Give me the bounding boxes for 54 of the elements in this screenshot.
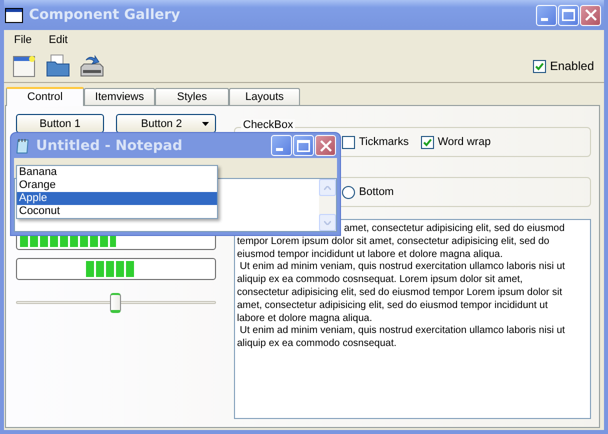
checkbox-label: Enabled (550, 59, 594, 73)
close-button[interactable] (580, 4, 601, 26)
list-item[interactable]: Banana (17, 166, 217, 179)
text-line: consectetur adipisicing elit, sed do eiusmod tempor Lorem ipsum dolor sit (237, 286, 564, 300)
text-line: amet, consectetur adipisicing elit, sed do eiusmod (343, 223, 566, 236)
checkbox[interactable] (342, 136, 355, 148)
text-line: Ut enim ad minim veniam, quis nostrud exercitation ullamco laboris nisi ut (238, 325, 566, 338)
new-window-icon[interactable] (12, 54, 36, 78)
text-line: aliquip ex ea commodo cosnsequat. (237, 338, 398, 351)
radio-label: Bottom (359, 186, 394, 198)
window-title: Untitled - Notepad (36, 138, 184, 154)
group-title: CheckBox (241, 119, 296, 131)
text-line: eiusmod tempor incididunt ut labore et dolore magna aliqua. (237, 248, 504, 262)
minimize-button[interactable] (271, 135, 292, 156)
text-line: amet, consectetur adipisicing elit, sed do eiusmod tempor incididunt ut (237, 300, 549, 313)
notepad-icon (15, 138, 31, 154)
folder-icon[interactable] (46, 54, 70, 78)
menu-button[interactable]: Button 2 (116, 114, 216, 133)
maximize-icon (562, 9, 575, 21)
caret-icon (202, 122, 209, 126)
tab[interactable]: Layouts (229, 88, 300, 105)
window-title: Component Gallery (29, 7, 182, 23)
slider-thumb[interactable] (110, 292, 121, 312)
list-item[interactable]: Orange (17, 179, 217, 192)
app-icon (5, 8, 23, 22)
close-icon (320, 140, 332, 152)
text-line: tempor Lorem ipsum dolor sit amet, consectetur adipisicing elit, sed do (237, 236, 550, 249)
minimize-icon (541, 18, 548, 20)
maximize-icon (297, 140, 310, 152)
list-item[interactable]: Apple (17, 192, 217, 205)
radio-button[interactable] (342, 186, 355, 198)
maximize-button[interactable] (558, 4, 579, 26)
text-area[interactable] (234, 219, 591, 419)
text-line: labore et dolore magna aliqua. (237, 312, 374, 326)
tab[interactable]: Styles (155, 88, 229, 105)
tab[interactable]: Control (6, 87, 84, 106)
menu-item[interactable]: File (14, 32, 32, 48)
maximize-button[interactable] (293, 135, 314, 156)
minimize-button[interactable] (536, 4, 557, 26)
slider[interactable] (16, 292, 216, 312)
close-icon (584, 9, 596, 21)
text-line: aliquip ex ea commodo cosnsequat. Lorem ipsum dolor sit amet, (237, 274, 524, 287)
text-line: Ut enim ad minim veniam, quis nostrud exercitation ullamco laboris nisi ut (238, 261, 566, 274)
checkbox-label: Word wrap (438, 136, 491, 148)
push-button[interactable]: Button 1 (16, 114, 104, 133)
minimize-icon (276, 148, 283, 151)
menu-item[interactable]: Edit (48, 32, 68, 48)
download-icon[interactable] (80, 54, 104, 78)
checkbox[interactable] (420, 136, 434, 148)
close-button[interactable] (315, 135, 336, 156)
checkbox[interactable] (532, 60, 546, 72)
tab[interactable]: Itemviews (84, 88, 155, 105)
list-item[interactable]: Coconut (17, 205, 217, 218)
checkbox-label: Tickmarks (359, 136, 409, 148)
